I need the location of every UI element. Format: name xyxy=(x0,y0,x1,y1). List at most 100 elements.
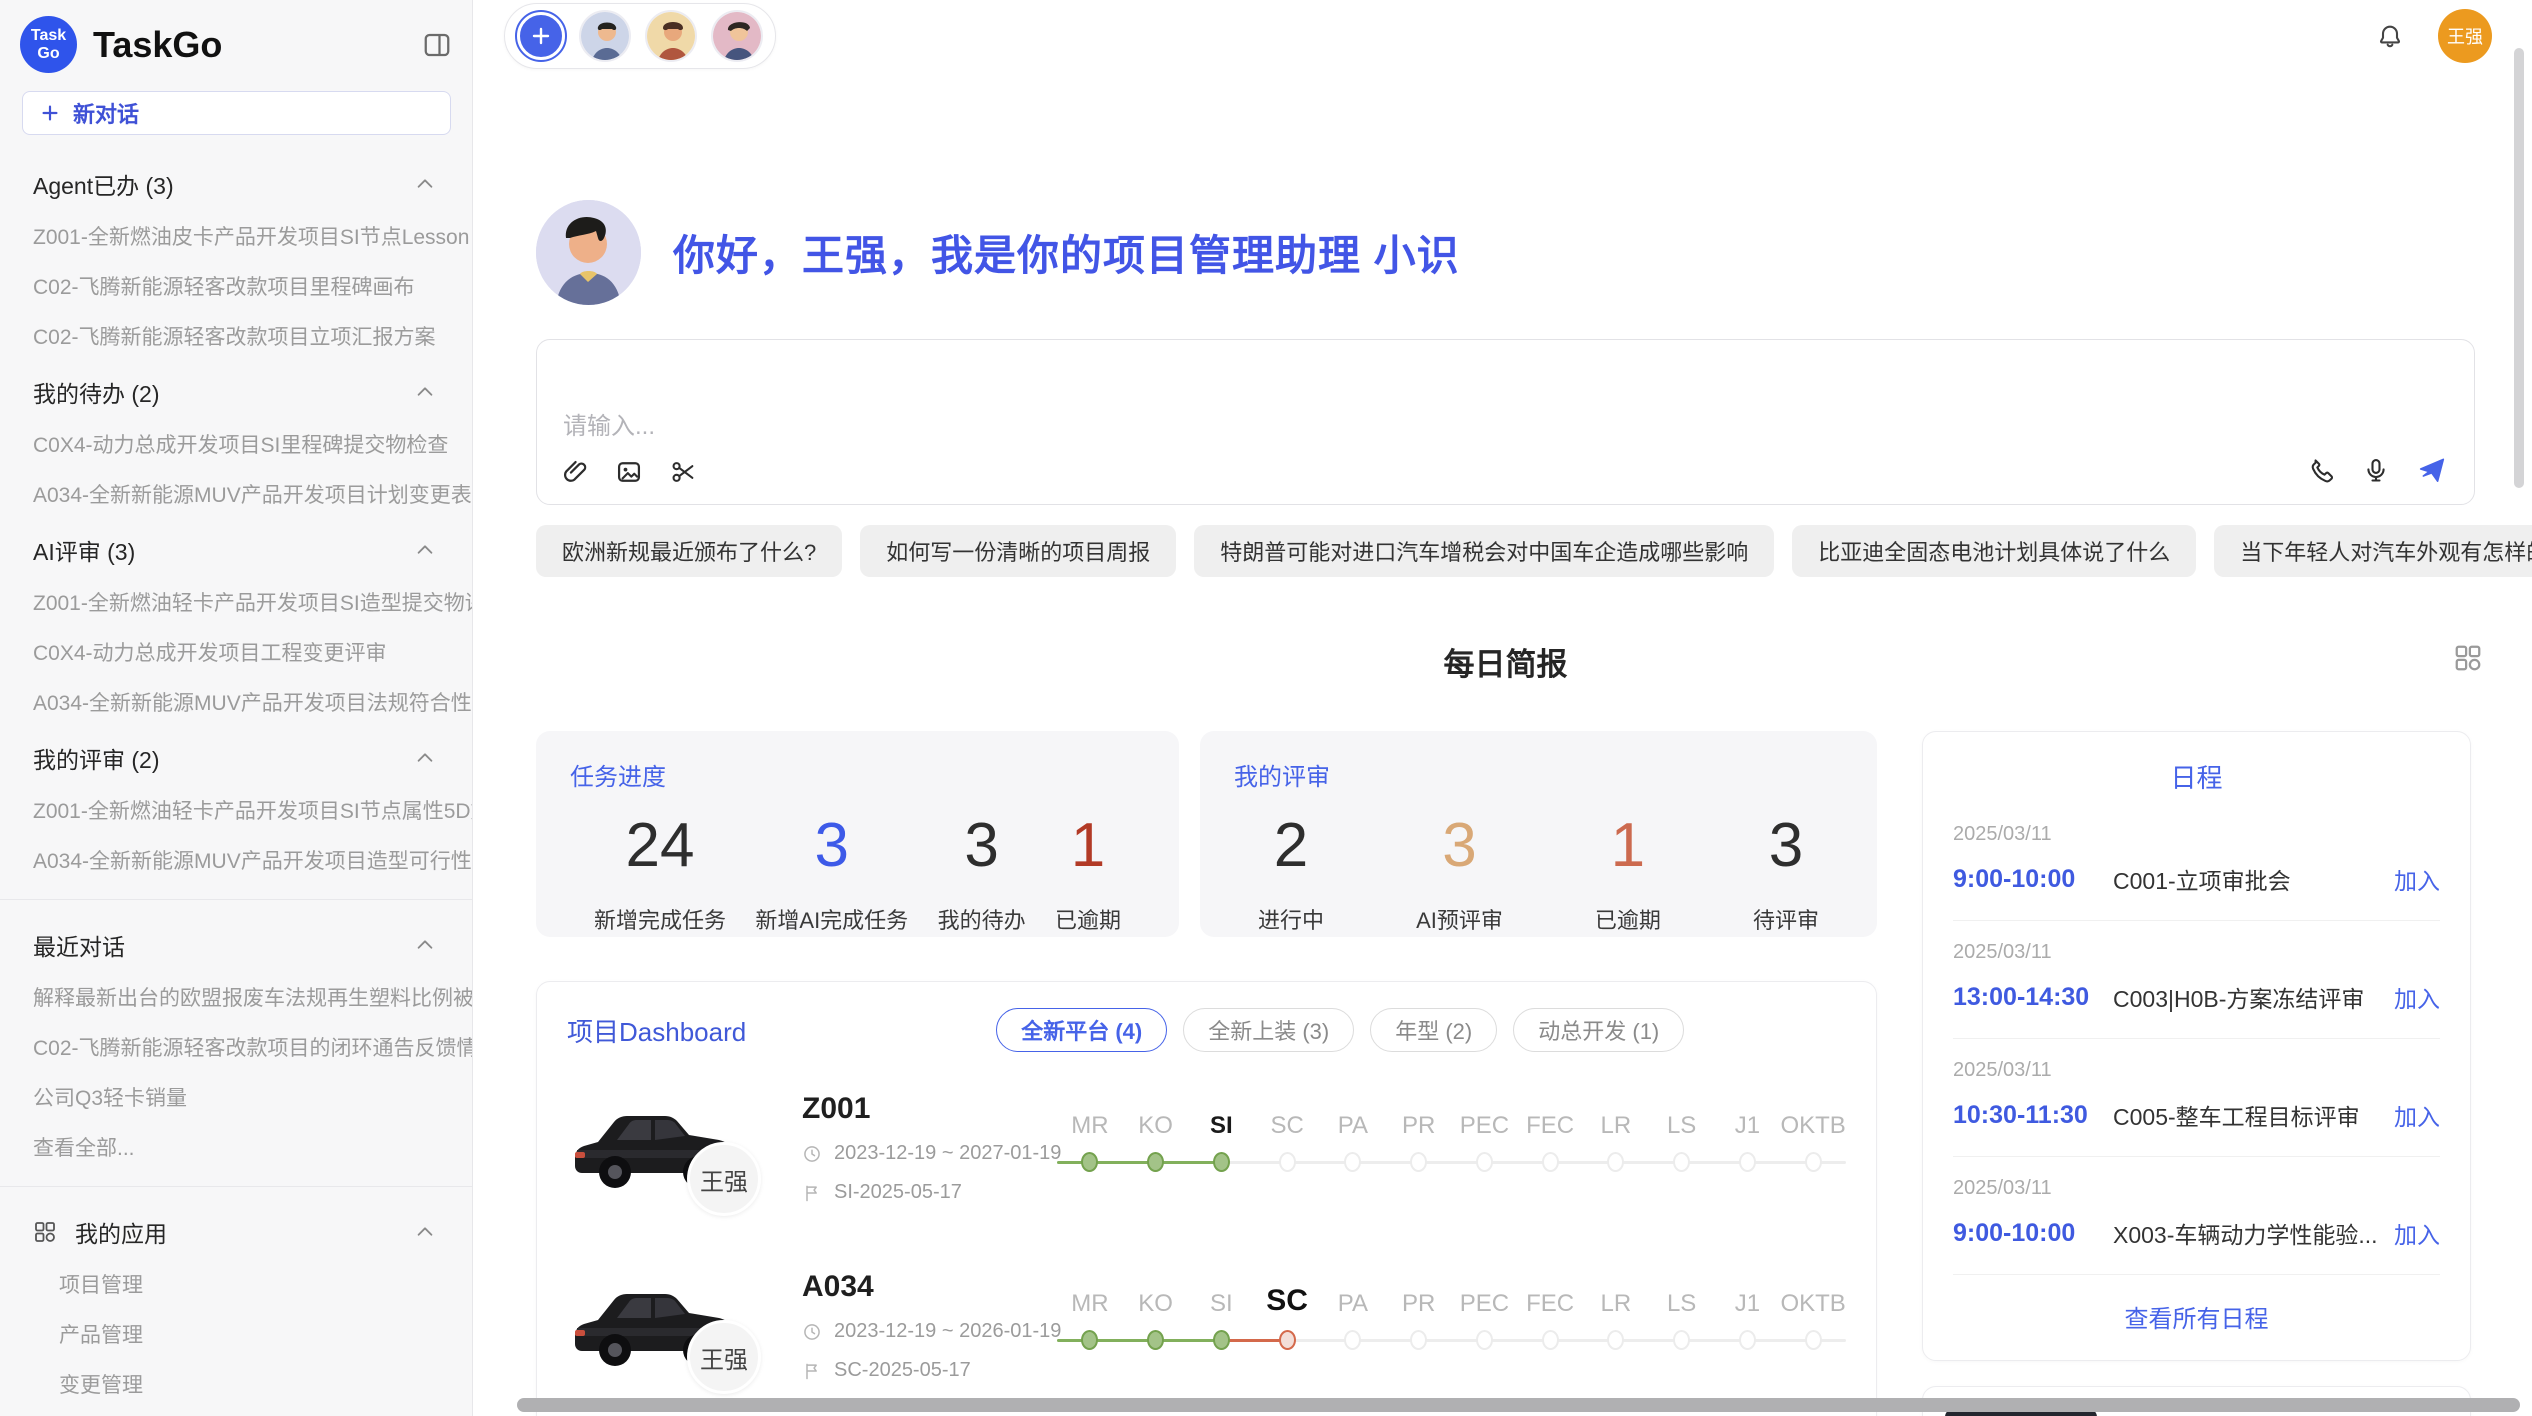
app-menu-item[interactable]: 变更管理 xyxy=(0,1359,472,1409)
suggestion-chip[interactable]: 特朗普可能对进口汽车增税会对中国车企造成哪些影响 xyxy=(1194,525,1774,577)
layout-grid-icon[interactable] xyxy=(2453,643,2483,673)
app-menu-item[interactable]: 查看全部... xyxy=(0,1409,472,1416)
add-agent-button[interactable] xyxy=(517,12,565,60)
milestone-dot xyxy=(1805,1152,1822,1172)
view-all-schedule-link[interactable]: 查看所有日程 xyxy=(1953,1275,2440,1340)
agent-avatar-3[interactable] xyxy=(711,10,763,62)
sidebar-task-item[interactable]: C02-飞腾新能源轻客改款项目立项汇报方案 xyxy=(0,311,472,361)
milestone: PA xyxy=(1320,1094,1386,1172)
stat-label: 新增完成任务 xyxy=(594,903,726,935)
chat-input-placeholder: 请输入... xyxy=(563,406,655,441)
assistant-avatar xyxy=(536,200,641,305)
horizontal-scrollbar[interactable] xyxy=(517,1398,2520,1412)
sidebar-task-item[interactable]: Z001-全新燃油轻卡产品开发项目SI造型提交物评审 xyxy=(0,577,472,627)
join-link[interactable]: 加入 xyxy=(2394,980,2440,1014)
recent-chat-item[interactable]: 解释最新出台的欧盟报废车法规再生塑料比例被调至15%... xyxy=(0,972,472,1022)
schedule-time: 9:00-10:00 xyxy=(1953,1219,2113,1248)
app-menu-item[interactable]: 项目管理 xyxy=(0,1259,472,1309)
milestone-dot xyxy=(1147,1152,1164,1172)
milestone-label: KO xyxy=(1138,1272,1173,1318)
chat-input-box[interactable]: 请输入... xyxy=(536,339,2475,505)
milestone-dot xyxy=(1410,1152,1427,1172)
stat-item: 2 进行中 xyxy=(1258,810,1324,935)
section-agent-done: Agent已办 (3) Z001-全新燃油皮卡产品开发项目SI节点Lesson … xyxy=(0,153,472,361)
milestone-dot xyxy=(1476,1330,1493,1350)
sidebar-task-item[interactable]: Z001-全新燃油轻卡产品开发项目SI节点属性5D文件评审 xyxy=(0,785,472,835)
vertical-scrollbar[interactable] xyxy=(2514,48,2524,488)
milestone-label: SC xyxy=(1266,1272,1308,1318)
notification-bell-icon[interactable] xyxy=(2376,22,2404,50)
agent-avatar-1[interactable] xyxy=(579,10,631,62)
milestone-label: PEC xyxy=(1460,1094,1509,1140)
grid-icon xyxy=(33,1220,57,1244)
join-link[interactable]: 加入 xyxy=(2394,1216,2440,1250)
schedule-name: C003|H0B-方案冻结评审 xyxy=(2113,980,2394,1014)
schedule-date: 2025/03/11 xyxy=(1953,941,2440,964)
milestone-dot xyxy=(1213,1152,1230,1172)
flag-icon xyxy=(802,1183,822,1203)
stat-label: 我的待办 xyxy=(938,903,1026,935)
view-all-chats[interactable]: 查看全部... xyxy=(0,1122,472,1172)
phone-call-icon[interactable] xyxy=(2308,456,2336,484)
plus-icon xyxy=(39,102,61,124)
sidebar-task-item[interactable]: C02-飞腾新能源轻客改款项目里程碑画布 xyxy=(0,261,472,311)
sidebar-task-item[interactable]: A034-全新新能源MUV产品开发项目造型可行性评审 xyxy=(0,835,472,885)
milestone-dot xyxy=(1213,1330,1230,1350)
chevron-up-icon[interactable] xyxy=(414,173,436,195)
dashboard-tab[interactable]: 动总开发 (1) xyxy=(1513,1008,1684,1052)
sidebar-task-item[interactable]: C0X4-动力总成开发项目SI里程碑提交物检查 xyxy=(0,419,472,469)
section-title: Agent已办 (3) xyxy=(33,167,174,201)
sidebar-task-item[interactable]: C0X4-动力总成开发项目工程变更评审 xyxy=(0,627,472,677)
image-upload-icon[interactable] xyxy=(615,458,643,486)
chevron-up-icon[interactable] xyxy=(414,934,436,956)
project-row-a034[interactable]: 王强 A034 2023-12-19 ~ 2026-01-19 xyxy=(567,1268,1846,1408)
section-ai-review: AI评审 (3) Z001-全新燃油轻卡产品开发项目SI造型提交物评审C0X4-… xyxy=(0,519,472,727)
stat-item: 24 新增完成任务 xyxy=(594,810,726,935)
project-row-z001[interactable]: 王强 Z001 2023-12-19 ~ 2027-01-19 xyxy=(567,1090,1846,1230)
join-link[interactable]: 加入 xyxy=(2394,1098,2440,1132)
chevron-up-icon[interactable] xyxy=(414,747,436,769)
dashboard-tab[interactable]: 年型 (2) xyxy=(1370,1008,1497,1052)
new-chat-button[interactable]: 新对话 xyxy=(22,91,451,135)
chevron-up-icon[interactable] xyxy=(414,381,436,403)
suggestion-chip[interactable]: 当下年轻人对汽车外观有怎样的喜好趋势 xyxy=(2214,525,2532,577)
milestone: SC xyxy=(1254,1272,1320,1350)
milestone: PR xyxy=(1386,1094,1452,1172)
send-icon[interactable] xyxy=(2416,454,2448,486)
milestone: LR xyxy=(1583,1094,1649,1172)
milestone-label: KO xyxy=(1138,1094,1173,1140)
attachment-icon[interactable] xyxy=(561,458,589,486)
sidebar-task-item[interactable]: A034-全新新能源MUV产品开发项目计划变更表编写 xyxy=(0,469,472,519)
dashboard-tab[interactable]: 全新平台 (4) xyxy=(996,1008,1167,1052)
section-title: AI评审 (3) xyxy=(33,533,135,567)
project-dates: 2023-12-19 ~ 2027-01-19 xyxy=(834,1142,1061,1165)
join-link[interactable]: 加入 xyxy=(2394,862,2440,896)
recent-chat-item[interactable]: C02-飞腾新能源轻客改款项目的闭环通告反馈情况 xyxy=(0,1022,472,1072)
topbar: 王强 xyxy=(473,0,2532,72)
section-my-todo: 我的待办 (2) C0X4-动力总成开发项目SI里程碑提交物检查A034-全新新… xyxy=(0,361,472,519)
screenshot-scissors-icon[interactable] xyxy=(669,458,697,486)
section-my-review: 我的评审 (2) Z001-全新燃油轻卡产品开发项目SI节点属性5D文件评审A0… xyxy=(0,727,472,885)
daily-brief-header: 每日简报 xyxy=(536,639,2475,683)
schedule-name: X003-车辆动力学性能验... xyxy=(2113,1216,2394,1250)
milestone-dot xyxy=(1542,1152,1559,1172)
agent-avatar-2[interactable] xyxy=(645,10,697,62)
recent-chat-item[interactable]: 公司Q3轻卡销量 xyxy=(0,1072,472,1122)
taskgo-app: Task Go TaskGo 新对话 Agent已办 (3) Z001-全新燃油… xyxy=(0,0,2532,1416)
sidebar-task-item[interactable]: Z001-全新燃油皮卡产品开发项目SI节点Lesson Learn报告 xyxy=(0,211,472,261)
chevron-up-icon[interactable] xyxy=(414,1221,436,1243)
suggestion-chip[interactable]: 如何写一份清晰的项目周报 xyxy=(860,525,1176,577)
milestone-dot xyxy=(1344,1330,1361,1350)
user-avatar[interactable]: 王强 xyxy=(2438,9,2492,63)
collapse-sidebar-icon[interactable] xyxy=(422,30,452,60)
stat-item: 3 新增AI完成任务 xyxy=(755,810,908,935)
suggestion-chip[interactable]: 比亚迪全固态电池计划具体说了什么 xyxy=(1792,525,2196,577)
suggestion-chip[interactable]: 欧洲新规最近颁布了什么? xyxy=(536,525,842,577)
sidebar-task-item[interactable]: A034-全新新能源MUV产品开发项目法规符合性评审 xyxy=(0,677,472,727)
main-area: 王强 你好，王强，我是你的项目管理助理 小识 请输入... xyxy=(473,0,2532,1416)
dashboard-tab[interactable]: 全新上装 (3) xyxy=(1183,1008,1354,1052)
microphone-icon[interactable] xyxy=(2362,456,2390,484)
chevron-up-icon[interactable] xyxy=(414,539,436,561)
milestone-label: LS xyxy=(1667,1272,1696,1318)
app-menu-item[interactable]: 产品管理 xyxy=(0,1309,472,1359)
